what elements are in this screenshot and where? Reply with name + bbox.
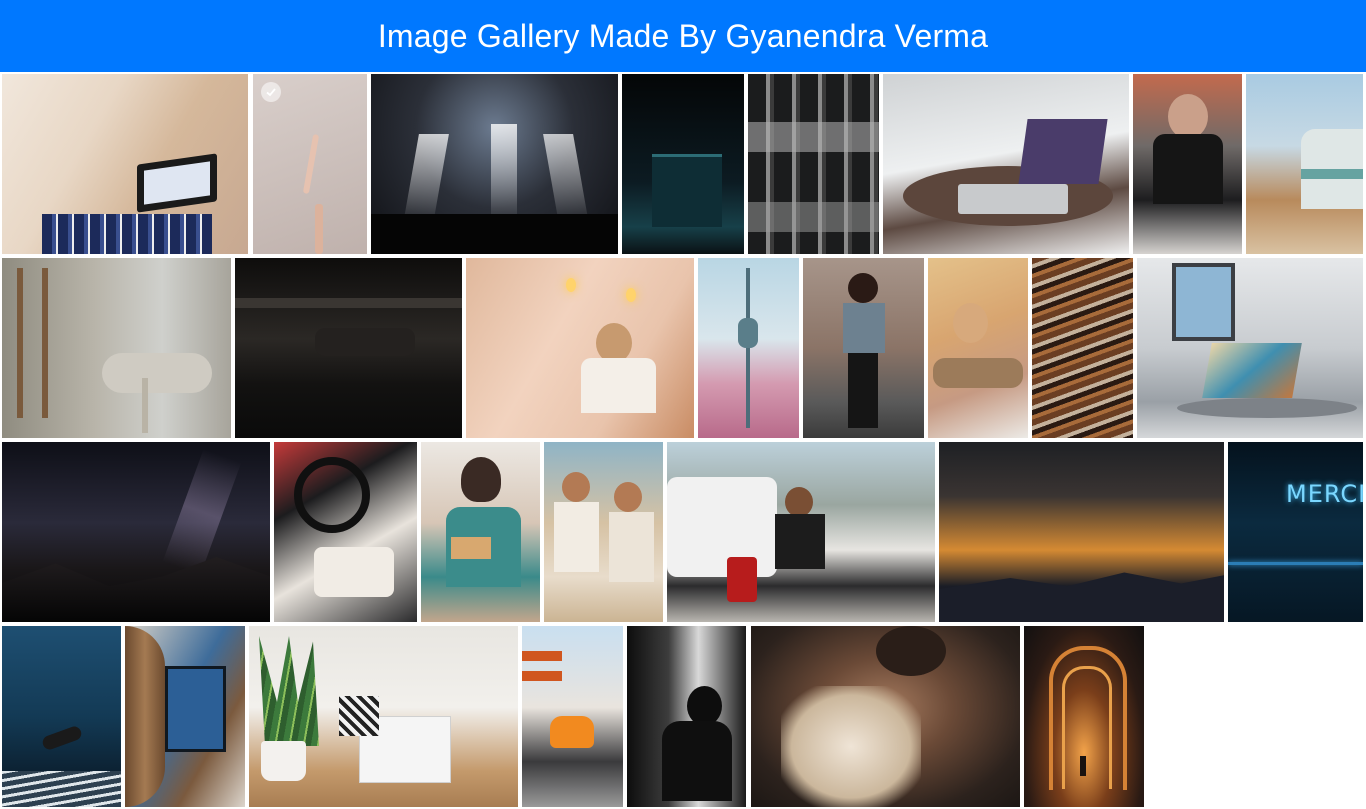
- gallery-image-20[interactable]: [544, 442, 663, 622]
- gallery-image-5[interactable]: [748, 74, 879, 254]
- gallery-image-8[interactable]: [1246, 74, 1363, 254]
- page-header: Image Gallery Made By Gyanendra Verma: [0, 0, 1366, 72]
- gallery-image-26[interactable]: [249, 626, 518, 807]
- gallery-image-3[interactable]: [371, 74, 618, 254]
- gallery-image-13[interactable]: [803, 258, 924, 438]
- neon-sign-text: MERCI: [1286, 480, 1363, 508]
- gallery-image-29[interactable]: [751, 626, 1020, 807]
- gallery-image-17[interactable]: [2, 442, 270, 622]
- gallery-image-16[interactable]: [1137, 258, 1363, 438]
- gallery-image-7[interactable]: [1133, 74, 1242, 254]
- gallery-image-10[interactable]: [235, 258, 462, 438]
- gallery-image-23[interactable]: MERCI: [1228, 442, 1363, 622]
- gallery-image-4[interactable]: [622, 74, 744, 254]
- gallery-image-27[interactable]: [522, 626, 623, 807]
- gallery-image-28[interactable]: [627, 626, 746, 807]
- gallery-image-18[interactable]: [274, 442, 417, 622]
- gallery-image-19[interactable]: [421, 442, 540, 622]
- gallery-image-15[interactable]: [1032, 258, 1133, 438]
- gallery-image-12[interactable]: [698, 258, 799, 438]
- gallery-image-30[interactable]: [1024, 626, 1144, 807]
- gallery-image-22[interactable]: [939, 442, 1224, 622]
- gallery-image-14[interactable]: [928, 258, 1028, 438]
- selected-check-icon: [261, 82, 281, 102]
- gallery-image-24[interactable]: [2, 626, 121, 807]
- image-gallery: MERCI: [0, 72, 1366, 809]
- page-title: Image Gallery Made By Gyanendra Verma: [377, 17, 989, 54]
- gallery-image-2[interactable]: [253, 74, 367, 254]
- gallery-image-11[interactable]: [466, 258, 694, 438]
- gallery-image-25[interactable]: [125, 626, 245, 807]
- gallery-image-9[interactable]: [2, 258, 231, 438]
- gallery-image-21[interactable]: [667, 442, 935, 622]
- gallery-image-1[interactable]: [2, 74, 248, 254]
- gallery-image-6[interactable]: [883, 74, 1129, 254]
